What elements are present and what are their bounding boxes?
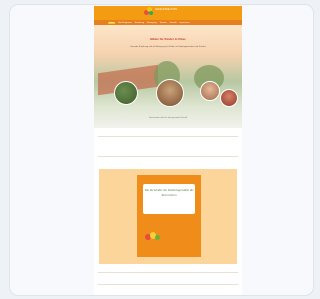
- children-photo: [114, 81, 138, 105]
- nav-item-exercise[interactable]: Bewegung: [147, 22, 156, 24]
- hero-title: Bilder für Kinder in Kitas: [150, 37, 186, 41]
- hero-subtitle: Gesunde Ernährung und viel Bewegung für …: [130, 46, 206, 48]
- site-header: GESUNDE KITA: [94, 6, 242, 20]
- divider: [98, 136, 238, 137]
- nav-item-home[interactable]: Home: [108, 21, 116, 24]
- fruit-icon: [145, 231, 161, 241]
- divider: [98, 272, 238, 273]
- website-page: GESUNDE KITA Home Kita-Programm Ernährun…: [94, 6, 242, 295]
- book-promo-panel: Wie die Kinder der Kindertagesstätte die…: [99, 169, 237, 264]
- browser-preview-card: GESUNDE KITA Home Kita-Programm Ernährun…: [9, 4, 314, 296]
- hero-banner: Bilder für Kinder in Kitas Gesunde Ernäh…: [94, 25, 242, 128]
- book-title: Wie die Kinder der Kindertagesstätte die…: [144, 188, 194, 197]
- children-photo: [220, 89, 238, 107]
- nav-item-program[interactable]: Kita-Programm: [118, 22, 131, 24]
- book-cover[interactable]: Wie die Kinder der Kindertagesstätte die…: [137, 175, 201, 257]
- nav-item-imprint[interactable]: Impressum: [180, 22, 190, 24]
- book-title-box: Wie die Kinder der Kindertagesstätte die…: [143, 184, 195, 214]
- children-photo: [156, 79, 184, 107]
- nav-item-contact[interactable]: Kontakt: [170, 22, 177, 24]
- hero-caption: Gemeinsam aktiv für eine gesunde Zukunft: [148, 117, 188, 119]
- divider: [98, 284, 238, 285]
- nav-item-dates[interactable]: Termine: [160, 22, 167, 24]
- nav-item-nutrition[interactable]: Ernährung: [135, 22, 144, 24]
- logo-icon[interactable]: [144, 7, 153, 16]
- children-photo: [200, 81, 220, 101]
- divider: [98, 156, 238, 157]
- site-brand[interactable]: GESUNDE KITA: [155, 8, 195, 11]
